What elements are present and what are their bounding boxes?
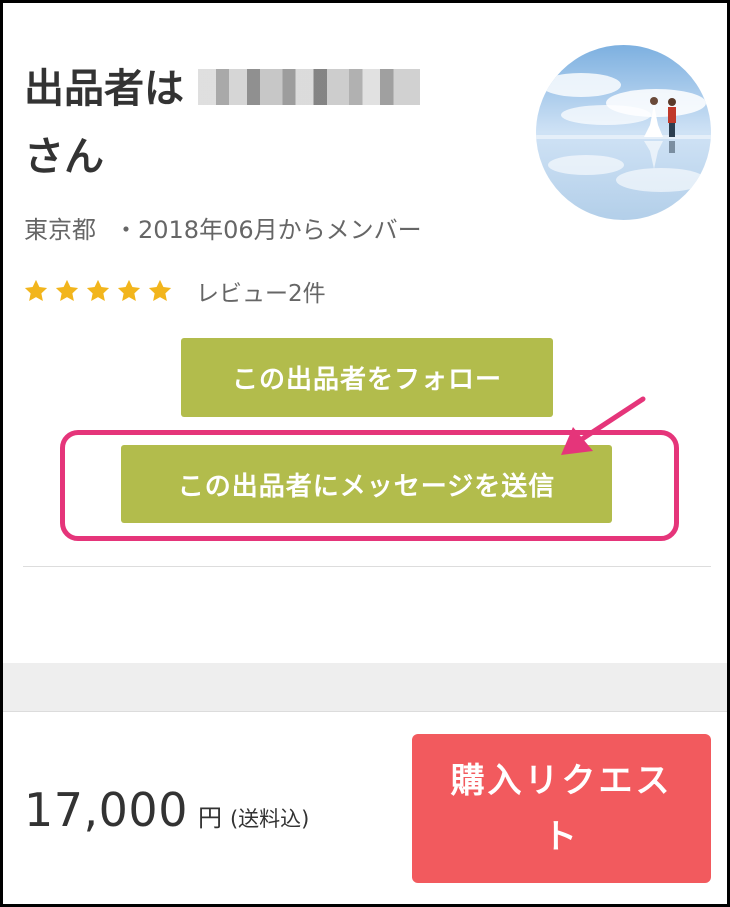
arrow-icon [561, 396, 646, 455]
seller-member-since: ・2018年06月からメンバー [114, 216, 422, 244]
seller-title: 出品者は さん [24, 55, 504, 191]
seller-name-pixelated [198, 69, 420, 105]
star-icon [55, 279, 79, 302]
reviews-link[interactable]: レビュー2件 [196, 274, 326, 308]
seller-rating[interactable]: レビュー2件 [22, 274, 326, 308]
seller-meta: 東京都 ・2018年06月からメンバー [24, 210, 422, 245]
seller-avatar[interactable] [536, 45, 711, 220]
shipping-note: (送料込) [229, 807, 310, 831]
message-seller-button[interactable]: この出品者にメッセージを送信 [121, 445, 612, 523]
follow-seller-button[interactable]: この出品者をフォロー [181, 338, 553, 417]
avatar-photo [536, 45, 711, 220]
purchase-request-button[interactable]: 購入リクエスト [412, 734, 711, 883]
star-icon [24, 279, 48, 302]
star-icon [86, 279, 110, 302]
seller-title-suffix: さん [24, 134, 104, 180]
star-icon [117, 279, 141, 302]
price-currency: 円 [197, 804, 222, 832]
section-divider [23, 566, 711, 567]
star-rating [22, 277, 174, 305]
price-block: 17,000 円 (送料込) [24, 783, 309, 837]
section-spacer [3, 663, 727, 712]
seller-location: 東京都 [24, 216, 96, 244]
screenshot-frame: 出品者は さん 東京都 ・2018年06月からメンバー レビュー2件 この出品者… [0, 0, 730, 907]
seller-title-prefix: 出品者は [24, 66, 184, 112]
star-icon [148, 279, 172, 302]
price-value: 17,000 [24, 783, 188, 837]
